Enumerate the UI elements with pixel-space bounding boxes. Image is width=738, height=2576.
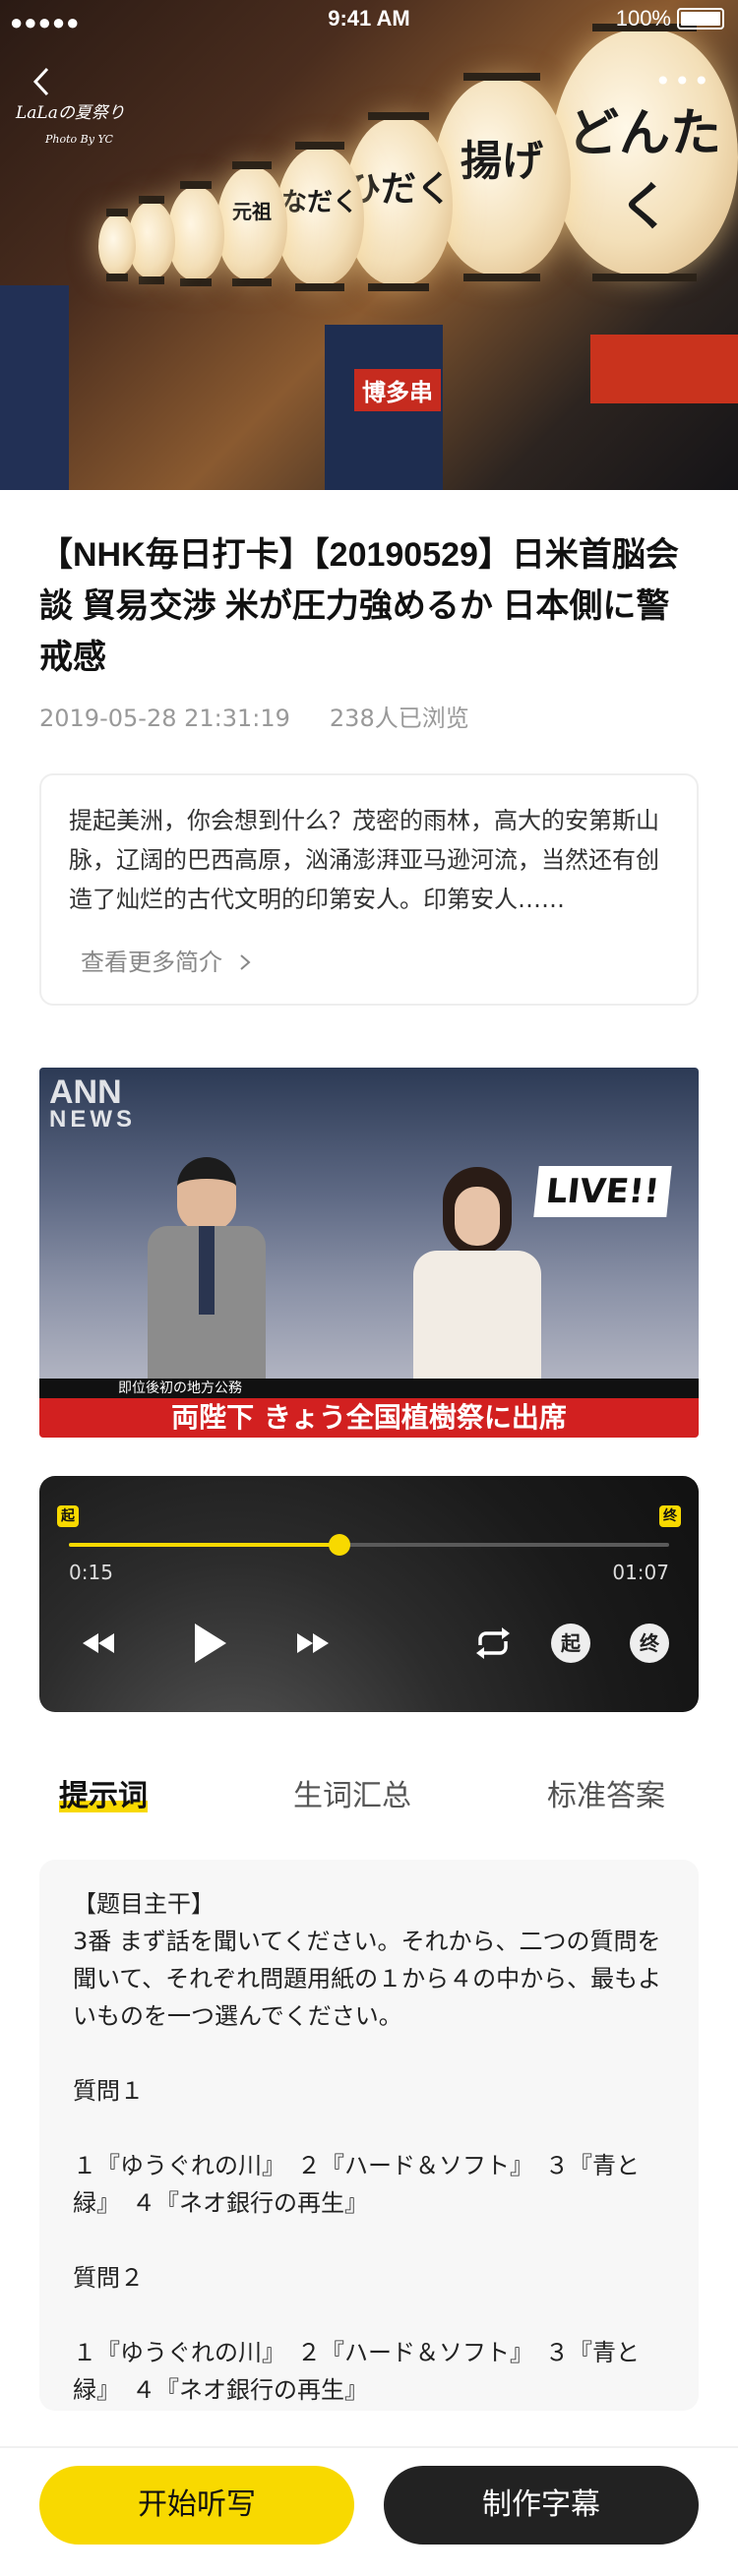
content-tabs: 提示词 生词汇总 标准答案	[39, 1771, 699, 1820]
question-1-label: 質問１	[73, 2077, 144, 2105]
set-loop-end-button[interactable]: 终	[630, 1624, 669, 1663]
view-count: 238人已浏览	[329, 705, 469, 732]
intro-card: 提起美洲，你会想到什么？茂密的雨林，高大的安第斯山脉，辽阔的巴西高原，汹涌澎湃亚…	[39, 773, 699, 1006]
tab-hints[interactable]: 提示词	[59, 1771, 148, 1814]
play-button[interactable]	[187, 1620, 230, 1671]
anchor-male	[148, 1157, 266, 1383]
chevron-right-icon	[239, 954, 251, 970]
end-marker[interactable]: 终	[659, 1505, 681, 1527]
battery-icon	[677, 8, 724, 30]
more-button[interactable]: •••	[654, 65, 712, 97]
loop-icon	[476, 1627, 510, 1659]
watermark-credit: Photo By YC	[45, 133, 113, 146]
lantern	[98, 209, 136, 281]
make-subtitle-button[interactable]: 制作字幕	[384, 2466, 699, 2545]
progress-handle[interactable]	[328, 1534, 350, 1556]
battery-percent: 100%	[615, 6, 671, 31]
publish-datetime: 2019-05-28 21:31:19	[39, 705, 290, 732]
anchor-female	[413, 1167, 541, 1383]
video-player[interactable]: ANN NEWS LIVE!! 即位後初の地方公務 両陛下 きょう全国植樹祭に出席	[39, 1068, 699, 1438]
set-loop-start-button[interactable]: 起	[551, 1624, 590, 1663]
current-time: 0:15	[69, 1561, 113, 1584]
logo-subtext: NEWS	[49, 1106, 136, 1133]
back-button[interactable]	[28, 65, 57, 96]
lantern: なだく	[276, 142, 364, 291]
question-1-options: １『ゆうぐれの川』 ２『ハード＆ソフト』 ３『青と緑』 ４『ネオ銀行の再生』	[73, 2152, 640, 2217]
article-title: 【NHK毎日打卡】【20190529】日米首脳会談 貿易交渉 米が圧力強めるか …	[39, 536, 679, 676]
prompt-body: 3番 まず話を聞いてください。それから、二つの質問を聞いて、それぞれ問題用紙の１…	[73, 1928, 662, 2030]
question-2-label: 質問２	[73, 2264, 144, 2292]
article-meta: 2019-05-28 21:31:19 238人已浏览	[39, 699, 469, 733]
watermark-title: LaLaの夏祭り	[16, 103, 125, 123]
audio-player: 起 终 0:15 01:07 起 终	[39, 1476, 699, 1712]
lantern	[167, 181, 224, 286]
question-2-options: １『ゆうぐれの川』 ２『ハード＆ソフト』 ３『青と緑』 ４『ネオ銀行の再生』	[73, 2339, 640, 2404]
prompt-panel: 【题目主干】 3番 まず話を聞いてください。それから、二つの質問を聞いて、それぞ…	[39, 1860, 699, 2411]
lantern: 元祖	[216, 161, 287, 286]
hero-image: 博多串 どんたく 揚げ ひだく なだく 元祖 ●●●●● 9:41 AM 100…	[0, 0, 738, 490]
tab-vocabulary[interactable]: 生词汇总	[293, 1771, 411, 1814]
more-intro-link[interactable]: 查看更多简介	[81, 943, 252, 977]
rewind-icon	[83, 1633, 114, 1653]
play-icon	[195, 1624, 226, 1663]
more-icon: •••	[654, 65, 712, 97]
street-sign	[590, 335, 738, 403]
start-marker[interactable]: 起	[57, 1505, 79, 1527]
live-badge: LIVE!!	[533, 1166, 672, 1217]
tab-answer[interactable]: 标准答案	[547, 1771, 665, 1814]
chevron-left-icon	[32, 67, 49, 96]
video-caption-small: 即位後初の地方公務	[39, 1379, 699, 1398]
start-dictation-button[interactable]: 开始听写	[39, 2466, 354, 2545]
rewind-button[interactable]	[79, 1624, 118, 1667]
prompt-heading: 【题目主干】	[73, 1890, 215, 1918]
more-intro-label: 查看更多简介	[81, 949, 222, 976]
news-logo: ANN NEWS	[49, 1073, 136, 1134]
shop-sign: 博多串	[354, 369, 441, 411]
bottom-action-bar: 开始听写 制作字幕	[0, 2446, 738, 2576]
status-bar: ●●●●● 9:41 AM 100%	[0, 0, 738, 39]
progress-slider[interactable]	[69, 1534, 669, 1556]
video-headline: 両陛下 きょう全国植樹祭に出席	[39, 1398, 699, 1438]
street-sign	[0, 285, 69, 490]
fast-forward-icon	[297, 1633, 329, 1653]
photo-watermark: LaLaの夏祭り Photo By YC	[16, 98, 125, 146]
lantern: 揚げ	[433, 73, 571, 281]
battery-indicator: 100%	[616, 6, 724, 31]
loop-button[interactable]	[472, 1624, 514, 1667]
progress-fill	[69, 1543, 339, 1547]
fast-forward-button[interactable]	[293, 1624, 333, 1667]
intro-text: 提起美洲，你会想到什么？茂密的雨林，高大的安第斯山脉，辽阔的巴西高原，汹涌澎湃亚…	[69, 807, 659, 913]
total-time: 01:07	[612, 1561, 669, 1584]
